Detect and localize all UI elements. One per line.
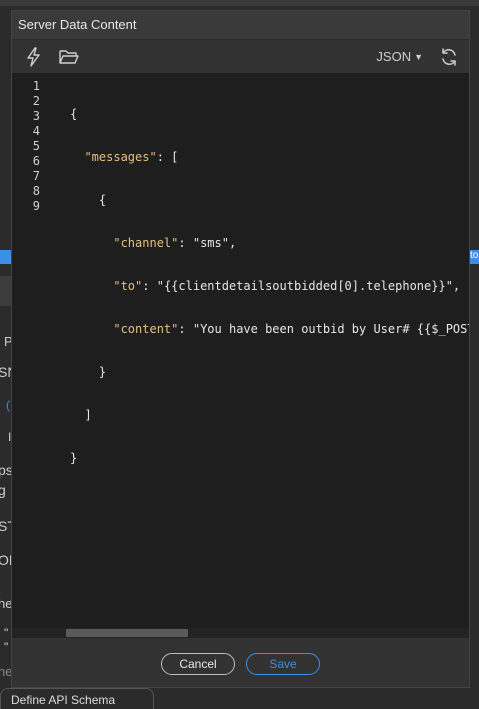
cancel-button[interactable]: Cancel xyxy=(161,653,235,675)
save-button[interactable]: Save xyxy=(246,653,320,675)
code-lines: { "messages": [ { "channel": "sms", "to"… xyxy=(70,79,469,494)
line-number: 7 xyxy=(32,169,40,183)
background-fragment: " xyxy=(4,626,9,640)
code-line: "content": "You have been outbid by User… xyxy=(113,322,469,336)
horizontal-scrollbar[interactable] xyxy=(12,628,469,638)
code-line: "messages": [ xyxy=(84,150,179,164)
code-line: "to": "{{clientdetailsoutbidded[0].telep… xyxy=(113,279,461,293)
code-line: "channel": "sms", xyxy=(113,236,237,250)
line-number: 4 xyxy=(32,124,40,138)
line-number: 8 xyxy=(32,184,40,198)
dialog-footer: Cancel Save xyxy=(12,638,469,687)
line-number: 6 xyxy=(32,154,40,168)
line-number: 1 xyxy=(32,79,40,93)
line-number-gutter: 1 2 3 4 5 6 7 8 9 xyxy=(12,79,40,214)
line-number: 5 xyxy=(32,139,40,153)
bolt-icon[interactable] xyxy=(24,47,44,67)
line-number: 2 xyxy=(32,94,40,108)
code-line: { xyxy=(70,193,107,207)
define-api-schema-tab[interactable]: Define API Schema xyxy=(0,688,154,709)
chevron-down-icon: ▼ xyxy=(414,52,423,62)
code-line: { xyxy=(70,107,78,121)
code-line: ] xyxy=(70,408,92,422)
scrollbar-thumb[interactable] xyxy=(66,629,188,637)
background-topbar xyxy=(0,0,479,6)
background-fragment: ( xyxy=(6,398,10,412)
editor-toolbar: JSON ▼ xyxy=(12,40,469,74)
folder-open-icon[interactable] xyxy=(58,47,79,67)
server-data-content-dialog: Server Data Content JSON ▼ 1 2 3 4 5 6 7 … xyxy=(11,10,470,688)
format-select[interactable]: JSON ▼ xyxy=(376,49,423,64)
background-fragment: " xyxy=(4,640,9,654)
line-number: 3 xyxy=(32,109,40,123)
dialog-title: Server Data Content xyxy=(12,11,469,40)
background-fragment: g xyxy=(0,482,6,498)
code-line: } xyxy=(70,451,78,465)
line-number: 9 xyxy=(32,199,40,213)
refresh-icon[interactable] xyxy=(439,47,459,67)
background-selection-strip-right: to xyxy=(469,250,479,264)
code-line: } xyxy=(70,365,107,379)
code-editor[interactable]: 1 2 3 4 5 6 7 8 9 { "messages": [ { "cha… xyxy=(12,73,469,628)
